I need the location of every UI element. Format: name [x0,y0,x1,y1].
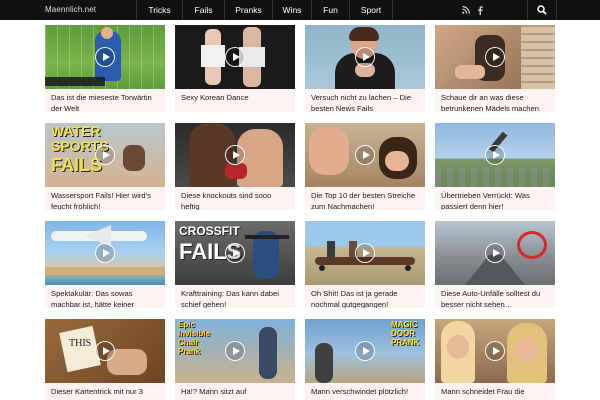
video-thumbnail[interactable] [305,123,425,187]
thumbnail-overlay-text: Epic [178,320,195,329]
video-card[interactable]: Diese knockouts sind sooo heftig [175,123,295,210]
video-title[interactable]: Hä!? Mann sitzt auf [175,383,295,398]
video-title[interactable]: Schaue dir an was diese betrunkenen Mäde… [435,89,555,112]
video-thumbnail[interactable] [435,25,555,89]
play-icon [225,47,245,67]
nav-wins[interactable]: Wins [272,0,311,20]
video-card[interactable]: Übertrieben Verrückt: Was passiert denn … [435,123,555,210]
video-card[interactable]: THIS Dieser Kartentrick mit nur 3 [45,319,165,400]
play-icon [95,243,115,263]
video-thumbnail[interactable] [45,25,165,89]
play-icon [485,47,505,67]
video-thumbnail[interactable] [45,221,165,285]
video-thumbnail[interactable]: THIS [45,319,165,383]
video-title[interactable]: Diese Auto-Unfälle solltest du besser ni… [435,285,555,308]
video-title[interactable]: Krafttraining: Das kann dabei schief geh… [175,285,295,308]
play-icon [95,145,115,165]
nav-fails[interactable]: Fails [182,0,224,20]
video-card[interactable]: Das ist die mieseste Torwärtin der Welt [45,25,165,112]
site-logo[interactable]: Maennlich.net [45,0,96,20]
search-icon [537,5,547,15]
video-card[interactable]: Spektakulär: Das sowas machbar ist, hätt… [45,221,165,308]
play-icon [355,47,375,67]
video-title[interactable]: Wassersport Fails! Hier wird's feucht fr… [45,187,165,210]
thumbnail-overlay-text: Chair [178,338,199,347]
top-navigation-bar: Maennlich.net Tricks Fails Pranks Wins F… [0,0,600,20]
video-title[interactable]: Versuch nicht zu lachen – Die besten New… [305,89,425,112]
video-thumbnail[interactable] [305,221,425,285]
play-icon [355,341,375,361]
video-title[interactable]: Übertrieben Verrückt: Was passiert denn … [435,187,555,210]
social-links [462,0,483,20]
video-title[interactable]: Die Top 10 der besten Streiche zum Nachm… [305,187,425,210]
video-thumbnail[interactable] [175,123,295,187]
video-card[interactable]: Versuch nicht zu lachen – Die besten New… [305,25,425,112]
video-thumbnail[interactable] [435,123,555,187]
facebook-icon[interactable] [477,5,483,15]
play-icon [95,47,115,67]
video-title[interactable]: Sexy Korean Dance [175,89,295,104]
search-button[interactable] [527,0,557,20]
video-title[interactable]: Mann verschwindet plötzlich! [305,383,425,398]
thumbnail-overlay-text: Invisible [178,329,211,338]
play-icon [95,341,115,361]
video-card[interactable]: Sexy Korean Dance [175,25,295,112]
play-icon [355,243,375,263]
video-title[interactable]: Dieser Kartentrick mit nur 3 [45,383,165,398]
thumbnail-overlay-text: THIS [69,338,92,349]
video-title[interactable]: Diese knockouts sind sooo heftig [175,187,295,210]
thumbnail-overlay-text: DOOR [391,329,415,338]
nav-pranks[interactable]: Pranks [224,0,272,20]
video-title[interactable]: Das ist die mieseste Torwärtin der Welt [45,89,165,112]
play-icon [225,145,245,165]
video-card[interactable]: Epic Invisible Chair Prank Hä!? Mann sit… [175,319,295,400]
play-icon [485,341,505,361]
video-card[interactable]: WATER SPORTS FAILS Wassersport Fails! Hi… [45,123,165,210]
main-nav: Tricks Fails Pranks Wins Fun Sport [136,0,393,20]
video-title[interactable]: Mann schneidet Frau die [435,383,555,398]
video-thumbnail[interactable] [435,221,555,285]
thumbnail-overlay-text: FAILS [51,155,103,175]
video-title[interactable]: Spektakulär: Das sowas machbar ist, hätt… [45,285,165,308]
video-card[interactable]: CROSSFIT FAILS Krafttraining: Das kann d… [175,221,295,308]
video-thumbnail[interactable]: Epic Invisible Chair Prank [175,319,295,383]
video-thumbnail[interactable] [305,25,425,89]
thumbnail-overlay-text: CROSSFIT [179,224,240,238]
play-icon [485,145,505,165]
video-grid: Das ist die mieseste Torwärtin der Welt … [45,25,555,400]
nav-fun[interactable]: Fun [311,0,349,20]
video-card[interactable]: Oh Shit! Das ist ja gerade nochmal gutge… [305,221,425,308]
thumbnail-overlay-text: PRANK [391,338,420,347]
play-icon [355,145,375,165]
video-title[interactable]: Oh Shit! Das ist ja gerade nochmal gutge… [305,285,425,308]
video-card[interactable]: MAGIC DOOR PRANK Mann verschwindet plötz… [305,319,425,400]
play-icon [225,341,245,361]
video-thumbnail[interactable]: CROSSFIT FAILS [175,221,295,285]
nav-sport[interactable]: Sport [349,0,393,20]
play-icon [225,243,245,263]
video-card[interactable]: Diese Auto-Unfälle solltest du besser ni… [435,221,555,308]
play-icon [485,243,505,263]
thumbnail-overlay-text: WATER [51,123,101,139]
thumbnail-overlay-text: Prank [178,347,201,356]
video-thumbnail[interactable] [435,319,555,383]
nav-tricks[interactable]: Tricks [136,0,182,20]
video-thumbnail[interactable] [175,25,295,89]
thumbnail-overlay-text: MAGIC [391,320,418,329]
video-card[interactable]: Schaue dir an was diese betrunkenen Mäde… [435,25,555,112]
video-thumbnail[interactable]: WATER SPORTS FAILS [45,123,165,187]
video-card[interactable]: Die Top 10 der besten Streiche zum Nachm… [305,123,425,210]
video-thumbnail[interactable]: MAGIC DOOR PRANK [305,319,425,383]
video-card[interactable]: Mann schneidet Frau die [435,319,555,400]
rss-icon[interactable] [462,6,470,14]
